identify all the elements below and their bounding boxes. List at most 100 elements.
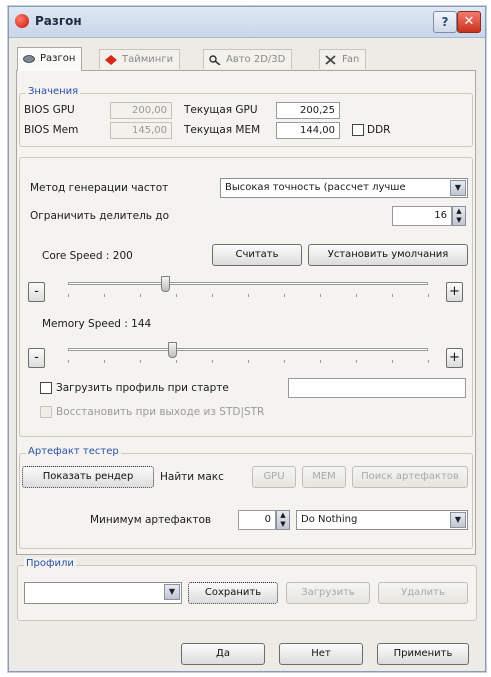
slider-tick bbox=[176, 360, 177, 363]
tab-fan[interactable]: Fan bbox=[319, 49, 367, 69]
ddr-label: DDR bbox=[367, 124, 391, 136]
chevron-down-icon: ▼ bbox=[450, 512, 466, 528]
slider-tick bbox=[248, 360, 249, 363]
profiles-group: Профили ▼ Сохранить Загрузить Удалить bbox=[17, 558, 477, 621]
tab-panel-overclock: Значения BIOS GPU 200,00 Текущая GPU 200… bbox=[16, 70, 476, 555]
core-plus-button[interactable]: + bbox=[446, 282, 463, 302]
tab-auto-2d3d[interactable]: Авто 2D/3D bbox=[203, 49, 293, 69]
slider-tick bbox=[68, 360, 69, 363]
memory-plus-button[interactable]: + bbox=[446, 348, 463, 368]
core-minus-button[interactable]: - bbox=[28, 282, 45, 302]
bios-mem-label: BIOS Mem bbox=[24, 124, 79, 136]
apply-button[interactable]: Применить bbox=[377, 643, 469, 665]
overclock-icon bbox=[23, 55, 35, 63]
core-speed-slider-track[interactable] bbox=[68, 282, 428, 285]
slider-tick bbox=[176, 294, 177, 297]
load-profile-label: Загрузить профиль при старте bbox=[56, 382, 229, 394]
overclock-window: Разгон ? ✕ Разгон Тайминги Авто 2D/3D Fa… bbox=[8, 6, 486, 672]
tab-timings-label: Тайминги bbox=[122, 54, 174, 65]
core-speed-slider-thumb[interactable] bbox=[161, 276, 171, 292]
settings-group: Метод генерации частот Высокая точность … bbox=[19, 157, 473, 437]
min-artifacts-field[interactable]: 0 bbox=[238, 510, 276, 530]
gpu-button[interactable]: GPU bbox=[252, 466, 296, 488]
memory-minus-button[interactable]: - bbox=[28, 348, 45, 368]
freq-method-select[interactable]: Высокая точность (рассчет лучше ▼ bbox=[220, 178, 468, 198]
bios-gpu-field: 200,00 bbox=[110, 102, 172, 119]
divider-label: Ограничить делитель до bbox=[30, 210, 169, 222]
show-render-button[interactable]: Показать рендер bbox=[22, 466, 154, 488]
search-artifacts-button[interactable]: Поиск артефактов bbox=[352, 466, 468, 488]
slider-tick bbox=[140, 360, 141, 363]
fan-tools-icon bbox=[325, 55, 336, 65]
current-gpu-label: Текущая GPU bbox=[184, 104, 258, 116]
profiles-group-title: Профили bbox=[24, 558, 76, 569]
divider-field[interactable]: 16 bbox=[392, 206, 452, 226]
current-gpu-field: 200,25 bbox=[276, 102, 340, 119]
tab-overclock-label: Разгон bbox=[40, 53, 76, 64]
slider-tick bbox=[320, 360, 321, 363]
freq-method-value: Высокая точность (рассчет лучше bbox=[225, 182, 406, 193]
slider-tick bbox=[212, 294, 213, 297]
slider-tick bbox=[320, 294, 321, 297]
artifact-tester-group: Артефакт тестер Показать рендер Найти ма… bbox=[19, 446, 473, 549]
slider-tick bbox=[356, 360, 357, 363]
timings-icon bbox=[105, 55, 117, 65]
core-speed-label: Core Speed : 200 bbox=[42, 250, 133, 262]
tab-auto-2d3d-label: Авто 2D/3D bbox=[226, 54, 286, 65]
slider-tick bbox=[212, 360, 213, 363]
tab-timings[interactable]: Тайминги bbox=[99, 49, 181, 69]
values-group: Значения BIOS GPU 200,00 Текущая GPU 200… bbox=[19, 86, 473, 147]
slider-tick bbox=[428, 360, 429, 363]
app-icon bbox=[15, 14, 29, 28]
slider-tick bbox=[284, 360, 285, 363]
tab-fan-label: Fan bbox=[342, 54, 360, 65]
chevron-down-icon: ▼ bbox=[450, 180, 466, 196]
memory-speed-slider-thumb[interactable] bbox=[168, 342, 178, 358]
load-profile-checkbox[interactable] bbox=[40, 382, 52, 394]
no-button[interactable]: Нет bbox=[279, 643, 363, 665]
slider-tick bbox=[104, 294, 105, 297]
freq-method-label: Метод генерации частот bbox=[30, 182, 169, 194]
min-artifacts-spinner[interactable]: ▲ ▼ bbox=[276, 510, 290, 530]
artifact-action-value: Do Nothing bbox=[301, 514, 358, 525]
close-button[interactable]: ✕ bbox=[457, 11, 481, 33]
mem-button[interactable]: MEM bbox=[302, 466, 346, 488]
read-button[interactable]: Считать bbox=[212, 244, 302, 266]
slider-tick bbox=[392, 360, 393, 363]
slider-tick bbox=[104, 360, 105, 363]
find-max-label: Найти макс bbox=[160, 471, 224, 483]
slider-tick bbox=[392, 294, 393, 297]
delete-profile-button[interactable]: Удалить bbox=[378, 582, 468, 604]
profile-name-field[interactable] bbox=[288, 378, 466, 398]
values-group-title: Значения bbox=[26, 86, 81, 97]
set-defaults-button[interactable]: Установить умолчания bbox=[308, 244, 468, 266]
window-title: Разгон bbox=[35, 14, 82, 28]
restore-checkbox bbox=[40, 406, 52, 418]
save-profile-button[interactable]: Сохранить bbox=[188, 582, 278, 604]
ddr-checkbox[interactable] bbox=[352, 124, 364, 136]
tab-overclock[interactable]: Разгон bbox=[17, 47, 83, 71]
bios-gpu-label: BIOS GPU bbox=[24, 104, 75, 116]
slider-tick bbox=[428, 294, 429, 297]
ok-button[interactable]: Да bbox=[181, 643, 265, 665]
restore-label: Восстановить при выходе из STD|STR bbox=[56, 406, 265, 418]
divider-spinner[interactable]: ▲ ▼ bbox=[452, 206, 466, 226]
slider-tick bbox=[356, 294, 357, 297]
artifact-action-select[interactable]: Do Nothing ▼ bbox=[296, 510, 468, 530]
help-button[interactable]: ? bbox=[433, 11, 457, 33]
chevron-down-icon: ▼ bbox=[164, 584, 180, 600]
profiles-select[interactable]: ▼ bbox=[24, 582, 182, 604]
slider-tick bbox=[284, 294, 285, 297]
auto-2d3d-icon bbox=[209, 55, 221, 65]
current-mem-label: Текущая MEM bbox=[184, 124, 261, 136]
memory-speed-label: Memory Speed : 144 bbox=[42, 318, 152, 330]
artifact-tester-title: Артефакт тестер bbox=[26, 446, 121, 457]
load-profile-button[interactable]: Загрузить bbox=[286, 582, 370, 604]
min-artifacts-label: Минимум артефактов bbox=[90, 514, 212, 526]
bios-mem-field: 145,00 bbox=[110, 122, 172, 139]
slider-tick bbox=[68, 294, 69, 297]
slider-tick bbox=[248, 294, 249, 297]
slider-tick bbox=[140, 294, 141, 297]
memory-speed-slider-track[interactable] bbox=[68, 348, 428, 351]
current-mem-field: 144,00 bbox=[276, 122, 340, 139]
